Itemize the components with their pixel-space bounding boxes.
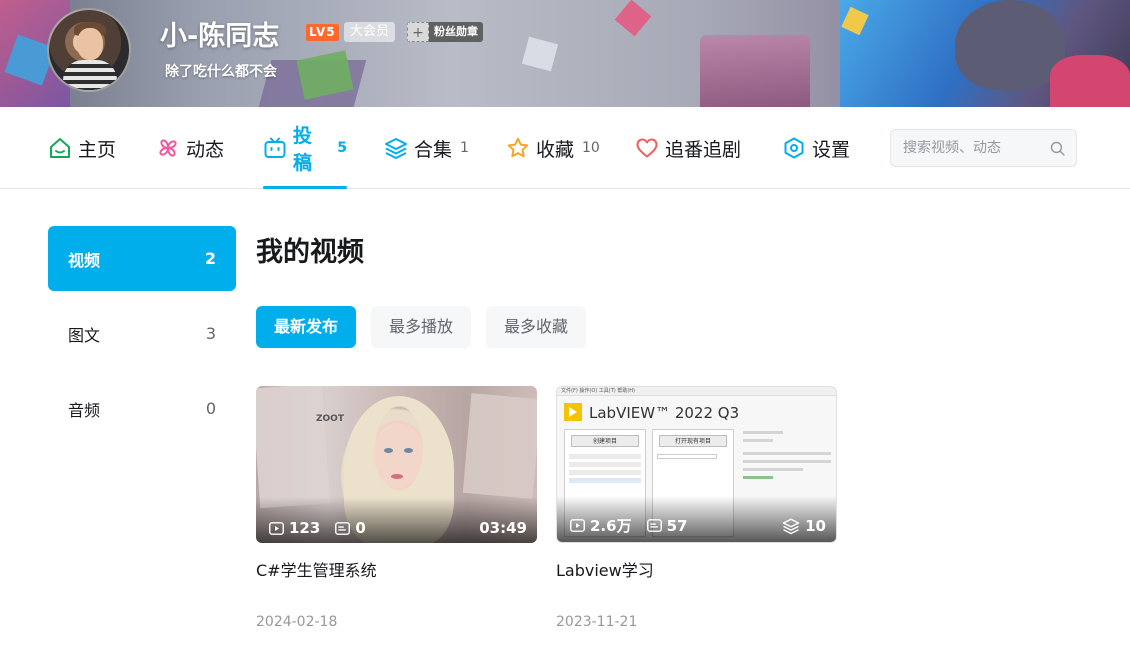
tab-dynamic[interactable]: 动态 — [156, 107, 224, 189]
sidebar-item-count: 3 — [205, 324, 216, 343]
thumbnail-text: ZOOT — [316, 414, 344, 424]
sidebar-item-count: 2 — [204, 249, 216, 268]
sort-filter-group: 最新发布 最多播放 最多收藏 — [256, 306, 587, 348]
sidebar-item-article[interactable]: 图文 3 — [48, 301, 236, 366]
fan-medal-badge[interactable]: + 粉丝勋章 — [407, 22, 483, 42]
banner-decoration — [700, 35, 810, 107]
banner-decoration — [1050, 55, 1130, 107]
page-title: 我的视频 — [256, 237, 364, 268]
tab-uploads[interactable]: 投稿 5 — [263, 107, 347, 189]
banner-teddy-bear — [955, 0, 1065, 90]
tab-favorites[interactable]: 收藏 10 — [506, 107, 600, 189]
video-duration: 03:49 — [479, 519, 527, 537]
tab-settings-label: 设置 — [812, 138, 851, 161]
tab-favorites-count: 10 — [582, 140, 600, 156]
home-icon — [48, 136, 72, 160]
content-type-sidebar: 视频 2 图文 3 音频 0 — [48, 226, 236, 451]
danmaku-icon — [646, 519, 662, 532]
sidebar-item-label: 图文 — [68, 325, 101, 345]
sidebar-item-label: 音频 — [68, 400, 101, 420]
level-badge: LV5 — [306, 24, 339, 41]
video-thumbnail[interactable]: 文件(F) 操作(O) 工具(T) 帮助(H) LabVIEW™ 2022 Q3… — [556, 386, 837, 543]
video-title[interactable]: Labview学习 — [556, 557, 837, 581]
episode-count: 10 — [805, 516, 826, 535]
banner-decoration — [521, 36, 559, 72]
play-count-icon — [570, 519, 585, 532]
profile-nav: 主页 动态 投稿 5 合集 1 收藏 10 追番追剧 设置 搜索视频、动态 — [0, 107, 1130, 189]
user-signature: 除了吃什么都不会 — [165, 64, 277, 80]
collection-layers-icon — [782, 518, 800, 534]
video-stats: 123 0 03:49 — [268, 519, 527, 537]
video-thumbnail[interactable]: ZOOT 123 0 03:49 — [256, 386, 537, 543]
tab-uploads-label: 投稿 — [293, 125, 313, 174]
video-date: 2023-11-21 — [556, 614, 638, 630]
video-stats: 2.6万 57 10 — [569, 515, 826, 536]
sort-most-played-button[interactable]: 最多播放 — [371, 306, 472, 348]
tab-collections-count: 1 — [460, 140, 469, 156]
username: 小-陈同志 — [160, 21, 280, 52]
fan-medal-label: 粉丝勋章 — [434, 25, 478, 38]
video-title[interactable]: C#学生管理系统 — [256, 557, 537, 581]
search-box — [890, 129, 1077, 167]
avatar[interactable] — [47, 8, 131, 92]
profile-banner: 小-陈同志 LV5 大会员 + 粉丝勋章 除了吃什么都不会 — [0, 0, 1130, 107]
thumbnail-button: 创建项目 — [571, 435, 639, 447]
sidebar-item-count: 0 — [205, 399, 216, 418]
pinwheel-icon — [156, 136, 180, 160]
search-input[interactable] — [903, 140, 1043, 156]
tab-home[interactable]: 主页 — [48, 107, 116, 189]
tab-bangumi[interactable]: 追番追剧 — [635, 107, 741, 189]
layers-icon — [384, 136, 408, 160]
tab-dynamic-label: 动态 — [186, 138, 225, 161]
vip-badge[interactable]: 大会员 — [344, 22, 396, 42]
heart-icon — [635, 136, 659, 160]
search-icon[interactable] — [1049, 140, 1066, 161]
tv-icon — [263, 136, 287, 160]
danmaku-count: 57 — [666, 516, 688, 535]
tab-bangumi-label: 追番追剧 — [665, 138, 742, 161]
play-count: 2.6万 — [590, 517, 632, 535]
video-date: 2024-02-18 — [256, 614, 338, 630]
play-count-icon — [269, 521, 284, 535]
sidebar-item-audio[interactable]: 音频 0 — [48, 376, 236, 441]
star-icon — [506, 136, 530, 160]
play-count: 123 — [289, 519, 321, 537]
video-card: 文件(F) 操作(O) 工具(T) 帮助(H) LabVIEW™ 2022 Q3… — [556, 386, 837, 630]
labview-logo — [564, 403, 582, 421]
thumbnail-button: 打开现有项目 — [659, 435, 727, 447]
video-card: ZOOT 123 0 03:49 C#学生管理系统 2024-02-18 — [256, 386, 537, 630]
banner-decoration — [614, 0, 652, 37]
tab-settings[interactable]: 设置 — [782, 107, 850, 189]
sort-most-favorited-button[interactable]: 最多收藏 — [486, 306, 587, 348]
sort-latest-button[interactable]: 最新发布 — [256, 306, 357, 348]
thumbnail-menubar: 文件(F) 操作(O) 工具(T) 帮助(H) — [557, 387, 836, 396]
sidebar-item-label: 视频 — [68, 250, 101, 270]
thumbnail-brand: LabVIEW™ 2022 Q3 — [589, 404, 740, 422]
tab-home-label: 主页 — [78, 138, 117, 161]
add-medal-icon: + — [407, 22, 429, 42]
tab-favorites-label: 收藏 — [536, 138, 575, 161]
sidebar-item-video[interactable]: 视频 2 — [48, 226, 236, 291]
tab-collections-label: 合集 — [414, 138, 453, 161]
tab-uploads-count: 5 — [337, 140, 347, 156]
settings-hexagon-icon — [782, 136, 806, 160]
tab-collections[interactable]: 合集 1 — [384, 107, 469, 189]
danmaku-icon — [335, 521, 351, 535]
danmaku-count: 0 — [355, 519, 366, 537]
